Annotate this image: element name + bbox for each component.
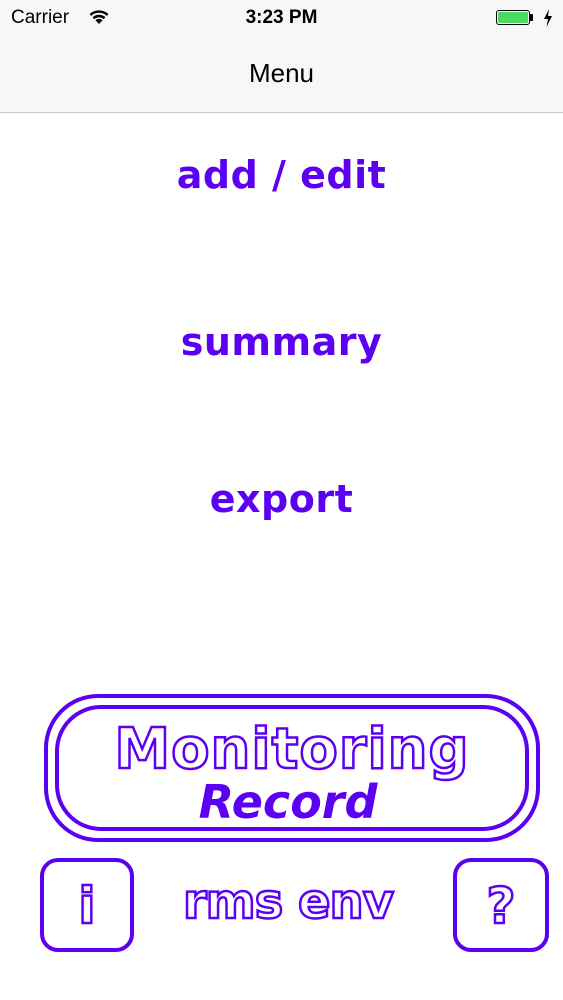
status-bar: Carrier 3:23 PM	[0, 0, 563, 38]
navigation-bar: Menu	[0, 38, 563, 113]
help-button[interactable]: ?	[453, 858, 549, 952]
info-icon: i	[78, 877, 95, 935]
logo-line1: Monitoring	[114, 717, 469, 782]
status-time: 3:23 PM	[245, 7, 318, 28]
export-button[interactable]: export	[0, 477, 563, 521]
logo-line2: Record	[199, 775, 379, 829]
charging-icon	[544, 9, 552, 27]
battery-icon	[496, 10, 534, 27]
nav-title: Menu	[248, 58, 315, 88]
help-icon: ?	[486, 877, 515, 935]
monitoring-record-logo: Monitoring Record	[44, 694, 540, 842]
rms-env-logo: rms env	[182, 873, 396, 932]
info-button[interactable]: i	[40, 858, 134, 952]
summary-button[interactable]: summary	[0, 320, 563, 364]
brand-text: rms env	[183, 874, 394, 930]
add-edit-button[interactable]: add / edit	[0, 153, 563, 197]
